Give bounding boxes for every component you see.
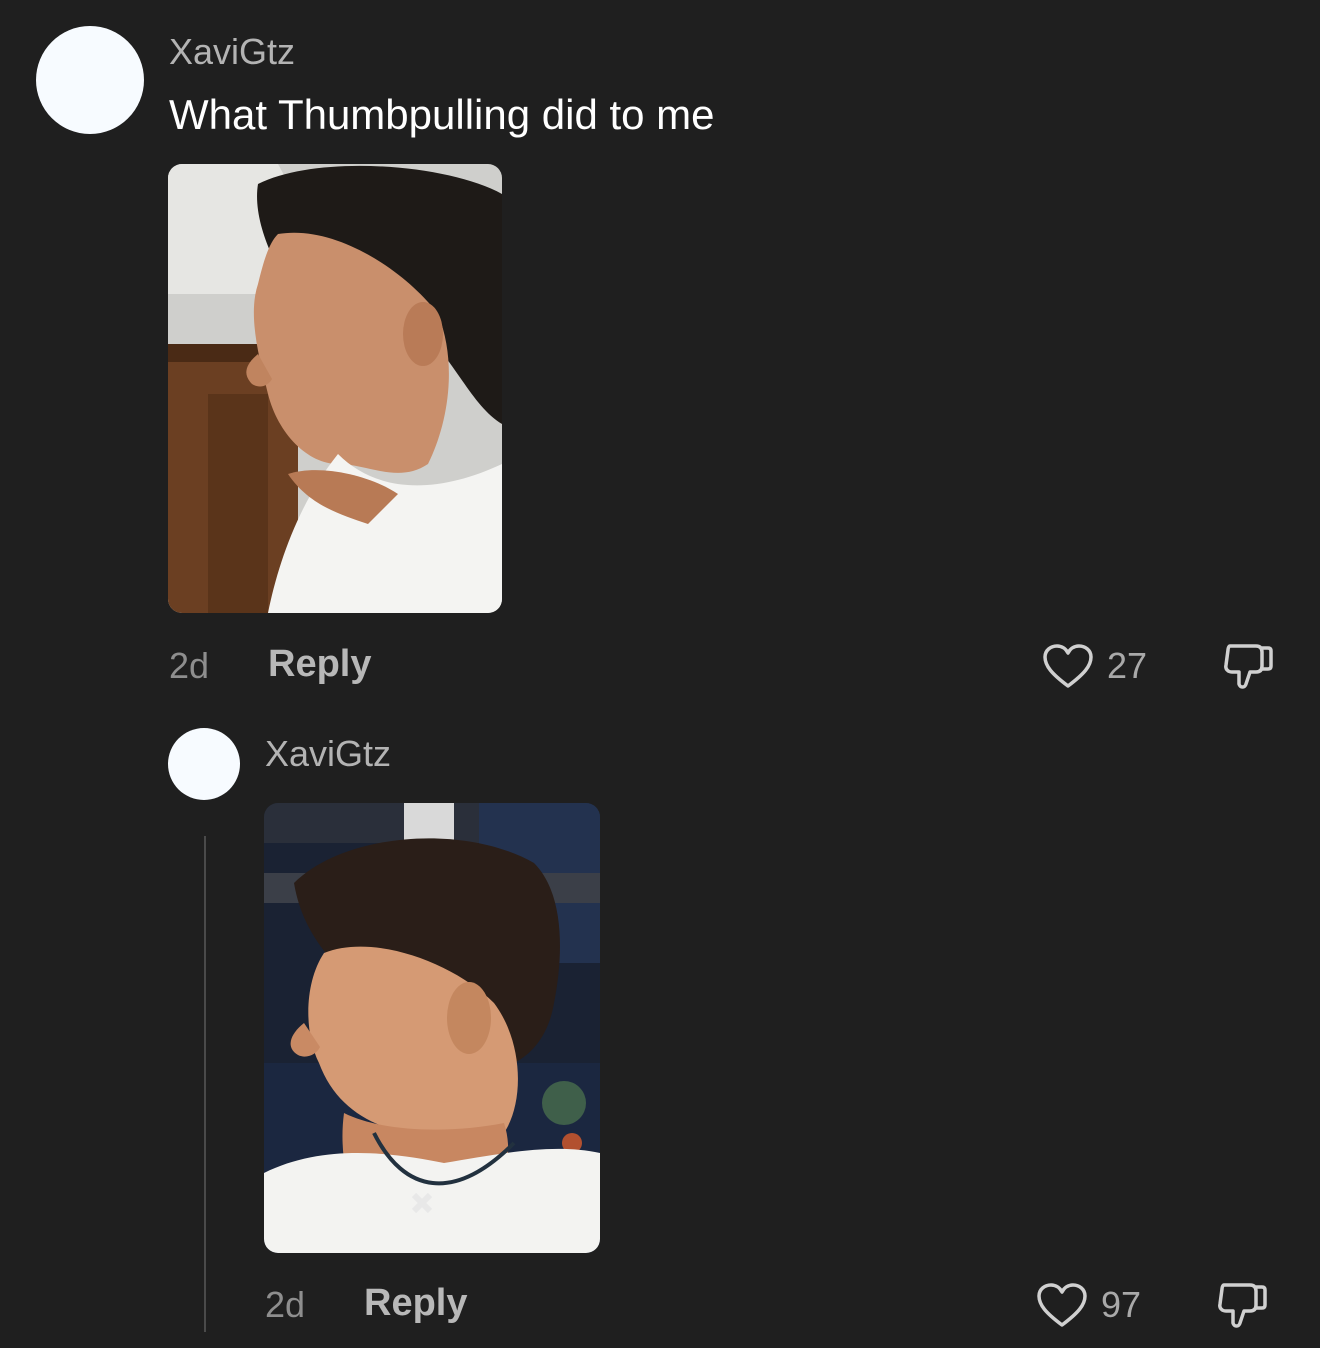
- reply-avatar[interactable]: [168, 728, 240, 800]
- thumbs-down-icon[interactable]: [1216, 1281, 1268, 1331]
- reply-photo[interactable]: [264, 803, 600, 1253]
- commenter-avatar[interactable]: [36, 26, 144, 134]
- reply-reply-button[interactable]: Reply: [364, 1282, 467, 1324]
- thumbs-down-icon[interactable]: [1222, 642, 1274, 692]
- reply-username[interactable]: XaviGtz: [265, 734, 391, 774]
- comment-like-count: 27: [1107, 645, 1148, 686]
- comment-photo-image: [168, 164, 502, 613]
- reply-timestamp: 2d: [265, 1284, 306, 1325]
- reply-like-count: 97: [1101, 1284, 1142, 1325]
- reply-thread-line: [204, 836, 206, 1332]
- comment-timestamp: 2d: [169, 645, 210, 686]
- heart-outline-icon[interactable]: [1036, 1282, 1088, 1328]
- commenter-username[interactable]: XaviGtz: [169, 32, 295, 72]
- reply-photo-image: [264, 803, 600, 1253]
- comment-reply-button[interactable]: Reply: [268, 643, 371, 685]
- comment-photo[interactable]: [168, 164, 502, 613]
- comment-text: What Thumbpulling did to me: [169, 91, 715, 138]
- heart-outline-icon[interactable]: [1042, 643, 1094, 689]
